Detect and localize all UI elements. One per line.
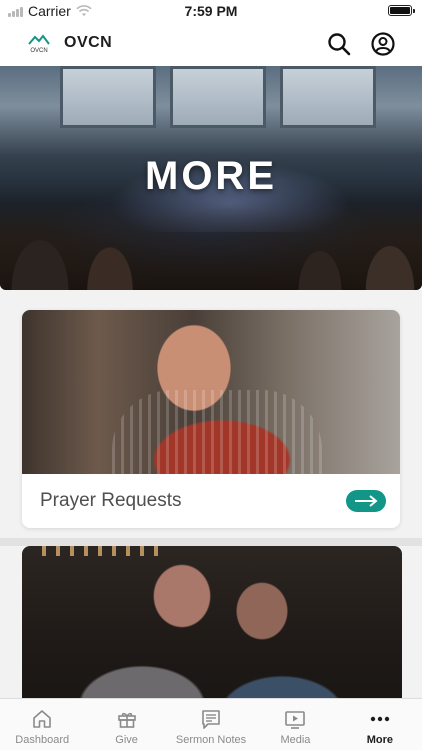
hero-window xyxy=(170,66,266,128)
tab-bar: Dashboard Give Sermon Notes Media More xyxy=(0,698,422,750)
tab-media[interactable]: Media xyxy=(253,699,337,750)
search-icon[interactable] xyxy=(326,31,352,57)
arrow-right-icon[interactable] xyxy=(346,490,386,512)
app-title: OVCN xyxy=(64,34,113,51)
svg-text:OVCN: OVCN xyxy=(30,48,47,54)
status-time: 7:59 PM xyxy=(184,3,238,19)
prayer-requests-card[interactable]: Prayer Requests xyxy=(22,310,400,528)
ovcn-logo-icon: OVCN xyxy=(28,34,50,54)
section-divider xyxy=(0,538,422,546)
tab-label: Give xyxy=(115,734,138,746)
hero-window xyxy=(60,66,156,128)
tab-dashboard[interactable]: Dashboard xyxy=(0,699,84,750)
tab-label: Dashboard xyxy=(15,734,70,746)
battery-icon xyxy=(388,5,415,16)
tab-label: More xyxy=(366,734,393,746)
tab-label: Media xyxy=(280,734,311,746)
note-icon xyxy=(202,710,220,729)
gift-icon xyxy=(117,712,136,728)
hero-title: MORE xyxy=(145,154,277,198)
status-bar: Carrier 7:59 PM xyxy=(0,0,422,22)
play-screen-icon xyxy=(285,711,306,729)
prayer-requests-image xyxy=(22,310,400,474)
app-header: OVCN OVCN xyxy=(0,22,422,66)
content-area[interactable]: Prayer Requests xyxy=(0,290,422,698)
account-circle-icon[interactable] xyxy=(370,31,396,57)
home-icon xyxy=(33,710,52,728)
tab-label: Sermon Notes xyxy=(175,734,247,746)
hero-window xyxy=(280,66,376,128)
tab-sermon-notes[interactable]: Sermon Notes xyxy=(169,699,253,750)
more-dots-icon xyxy=(370,716,390,722)
card-title: Prayer Requests xyxy=(40,490,182,511)
hero-banner: MORE xyxy=(0,66,422,290)
tab-give[interactable]: Give xyxy=(84,699,168,750)
tab-more[interactable]: More xyxy=(338,699,422,750)
second-card-image[interactable] xyxy=(22,546,402,698)
